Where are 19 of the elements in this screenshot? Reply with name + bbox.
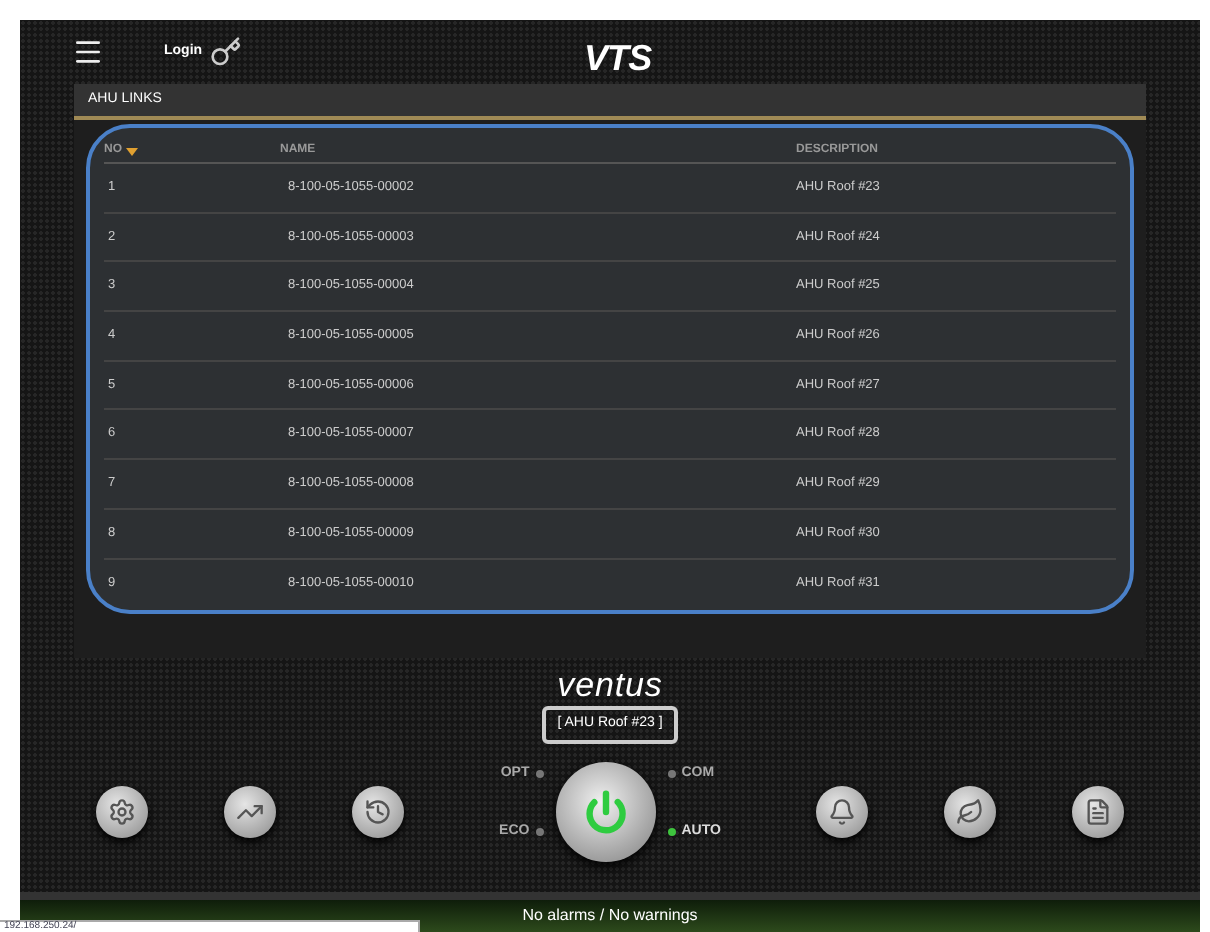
brand-logo: ventus (557, 668, 663, 702)
round-button[interactable] (96, 785, 148, 837)
sort-icon (126, 147, 138, 155)
document-icon (1083, 797, 1112, 825)
gear-icon (108, 797, 136, 825)
power-button[interactable] (555, 761, 656, 861)
round-button[interactable] (352, 785, 404, 837)
leaf-icon (955, 797, 984, 825)
key-icon (210, 36, 243, 68)
round-button[interactable] (1071, 785, 1124, 837)
history-icon (364, 797, 392, 825)
round-button[interactable] (943, 785, 996, 837)
status-text: No alarms / No warnings (522, 904, 698, 928)
menu-icon[interactable] (72, 36, 104, 68)
logo: VTS (584, 36, 652, 82)
power-icon (583, 789, 628, 833)
round-button[interactable] (224, 785, 276, 837)
bell-icon (827, 797, 856, 825)
round-button[interactable] (815, 785, 868, 837)
